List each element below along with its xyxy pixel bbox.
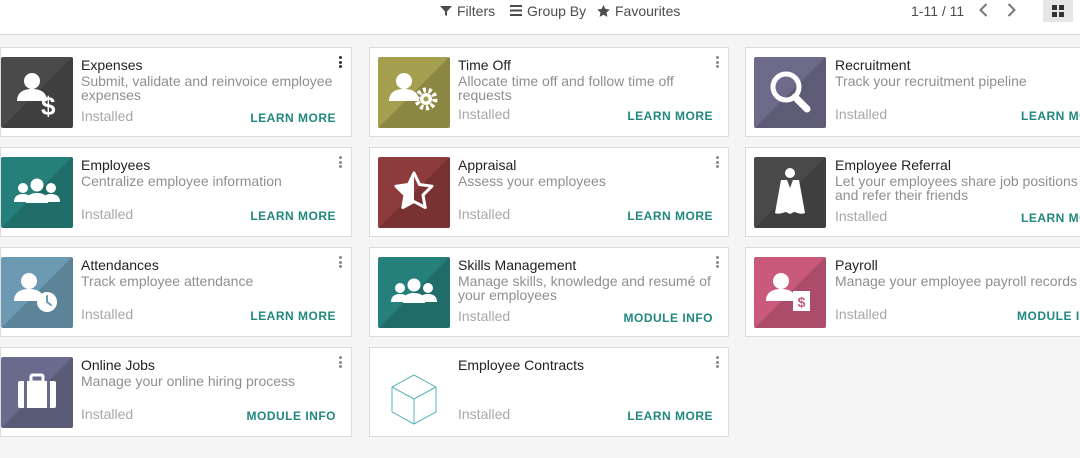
kanban-view-button[interactable] [1043, 0, 1073, 22]
app-status: Installed [458, 206, 511, 222]
module-info-button[interactable]: MODULE INFO [624, 311, 714, 325]
star-icon [597, 4, 610, 17]
app-status: Installed [458, 406, 511, 422]
pager-value[interactable]: 1-11 / 11 [911, 0, 964, 21]
app-card-employees[interactable]: Employees Centralize employee informatio… [0, 147, 352, 237]
app-title: Payroll [835, 257, 878, 273]
app-title: Employee Referral [835, 157, 951, 173]
learn-more-button[interactable]: LEARN MORE [627, 409, 713, 423]
app-status: Installed [458, 308, 511, 324]
app-title: Online Jobs [81, 357, 155, 373]
learn-more-button[interactable]: LEARN MORE [627, 109, 713, 123]
group-by-button[interactable]: Group By [510, 0, 586, 21]
app-summary: Submit, validate and reinvoice employee … [81, 73, 333, 103]
app-status: Installed [835, 208, 888, 224]
app-status: Installed [458, 106, 511, 122]
user-payslip-icon: $ [754, 257, 826, 328]
app-card-recruitment[interactable]: Recruitment Track your recruitment pipel… [745, 47, 1080, 137]
group-by-label: Group By [527, 2, 587, 19]
app-title: Appraisal [458, 157, 517, 173]
filters-label: Filters [457, 2, 496, 19]
app-title: Skills Management [458, 257, 577, 273]
app-card-payroll[interactable]: $ Payroll Manage your employee payroll r… [745, 247, 1080, 337]
magnifier-icon [754, 57, 826, 128]
kebab-menu-icon[interactable] [339, 156, 343, 168]
filter-icon [440, 5, 452, 16]
app-card-expenses[interactable]: $ Expenses Submit, validate and reinvoic… [0, 47, 352, 137]
favourites-label: Favourites [615, 2, 681, 19]
svg-text:$: $ [798, 294, 806, 310]
app-card-time-off[interactable]: Time Off Allocate time off and follow ti… [369, 47, 729, 137]
learn-more-button[interactable]: LEARN MORE [250, 309, 336, 323]
briefcase-icon [1, 357, 73, 428]
app-summary: Assess your employees [458, 173, 606, 189]
pager-counter[interactable]: 1-11 / 11 [911, 3, 964, 19]
kebab-menu-icon[interactable] [716, 256, 720, 268]
learn-more-button[interactable]: LEARN MORE [627, 209, 713, 223]
chevron-left-icon[interactable] [977, 2, 991, 18]
user-clock-icon [1, 257, 73, 328]
kebab-menu-icon[interactable] [716, 356, 720, 368]
app-status: Installed [81, 406, 134, 422]
learn-more-button[interactable]: LEARN MORE [250, 111, 336, 125]
kebab-menu-icon[interactable] [716, 156, 720, 168]
half-star-icon [378, 157, 450, 228]
grid-icon [1052, 5, 1064, 17]
app-card-attendances[interactable]: Attendances Track employee attendance In… [0, 247, 352, 337]
app-card-online-jobs[interactable]: Online Jobs Manage your online hiring pr… [0, 347, 352, 437]
users-group-icon [1, 157, 73, 228]
app-title: Time Off [458, 57, 511, 73]
cube-outline-icon [378, 357, 450, 428]
chevron-right-icon[interactable] [1004, 2, 1018, 18]
app-card-employee-referral[interactable]: Employee Referral Let your employees sha… [745, 147, 1080, 237]
app-title: Attendances [81, 257, 159, 273]
app-summary: Centralize employee information [81, 173, 282, 189]
app-summary: Let your employees share job positions a… [835, 173, 1078, 203]
app-summary: Allocate time off and follow time off re… [458, 73, 674, 103]
app-status: Installed [81, 206, 134, 222]
module-info-button[interactable]: MODULE INFO [247, 409, 337, 423]
app-title: Employee Contracts [458, 357, 585, 373]
app-status: Installed [835, 106, 888, 122]
app-summary: Manage skills, knowledge and resumé of y… [458, 273, 711, 303]
users-group-icon [378, 257, 450, 328]
app-status: Installed [81, 108, 134, 124]
app-summary: Manage your online hiring process [81, 373, 296, 389]
kebab-menu-icon[interactable] [339, 256, 343, 268]
app-card-skills-management[interactable]: Skills Management Manage skills, knowled… [369, 247, 729, 337]
filters-button[interactable]: Filters [440, 0, 495, 21]
app-card-appraisal[interactable]: Appraisal Assess your employees Installe… [369, 147, 729, 237]
list-icon [510, 5, 522, 16]
learn-more-button[interactable]: LEARN MORE [1021, 211, 1080, 225]
learn-more-button[interactable]: LEARN MORE [250, 209, 336, 223]
app-summary: Manage your employee payroll records [835, 273, 1078, 289]
app-card-employee-contracts[interactable]: Employee Contracts Installed LEARN MORE [369, 347, 729, 437]
app-summary: Track employee attendance [81, 273, 254, 289]
app-summary: Track your recruitment pipeline [835, 73, 1027, 89]
user-gear-icon [378, 57, 450, 128]
svg-text:$: $ [41, 91, 56, 121]
learn-more-button[interactable]: LEARN MORE [1021, 109, 1080, 123]
app-title: Expenses [81, 57, 143, 73]
app-title: Recruitment [835, 57, 911, 73]
favourites-button[interactable]: Favourites [597, 0, 680, 21]
kebab-menu-icon[interactable] [339, 56, 343, 68]
kebab-menu-icon[interactable] [716, 56, 720, 68]
app-status: Installed [835, 306, 888, 322]
control-panel: Filters Group By Favourites 1-11 / 11 [0, 0, 1080, 35]
app-status: Installed [81, 306, 134, 322]
module-info-button[interactable]: MODULE INFO [1017, 309, 1080, 323]
expense-user-dollar-icon: $ [1, 57, 73, 128]
app-title: Employees [81, 157, 151, 173]
superhero-cape-icon [754, 157, 826, 228]
kebab-menu-icon[interactable] [339, 356, 343, 368]
